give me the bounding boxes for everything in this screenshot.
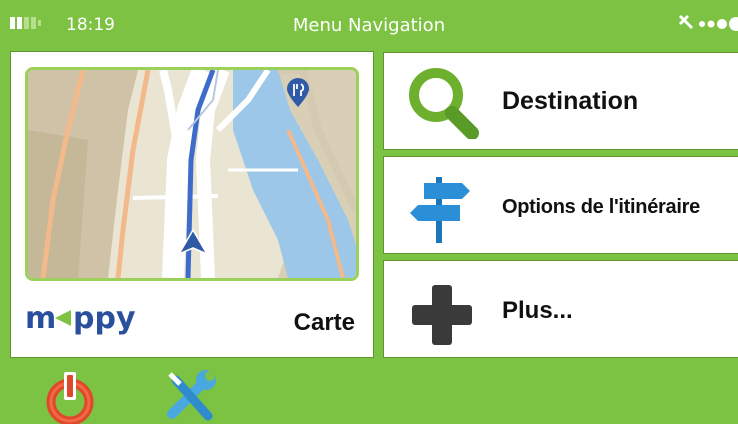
status-bar: 18:19 Menu Navigation (0, 0, 738, 44)
route-options-button[interactable]: Options de l'itinéraire (383, 156, 738, 254)
map-card[interactable]: m ppy Carte (10, 51, 374, 358)
satellite-signal-icon (678, 14, 738, 31)
svg-text:ppy: ppy (73, 301, 136, 336)
magnifier-icon (409, 68, 479, 139)
more-label: Plus... (502, 297, 573, 324)
plus-icon (412, 285, 472, 345)
restaurant-pin-icon[interactable] (285, 78, 311, 108)
mappy-logo: m ppy (25, 301, 136, 336)
route-options-label: Options de l'itinéraire (502, 196, 700, 218)
signpost-icon (410, 177, 470, 243)
map-preview[interactable] (25, 67, 359, 281)
power-icon[interactable] (44, 370, 96, 424)
page-title: Menu Navigation (292, 15, 446, 36)
destination-label: Destination (502, 87, 639, 115)
map-card-label: Carte (293, 309, 355, 336)
destination-button[interactable]: Destination (383, 52, 738, 150)
navigation-arrow-icon (178, 230, 208, 256)
more-button[interactable]: Plus... (383, 260, 738, 358)
svg-text:m: m (25, 301, 56, 336)
wrench-screwdriver-icon[interactable] (162, 370, 220, 424)
